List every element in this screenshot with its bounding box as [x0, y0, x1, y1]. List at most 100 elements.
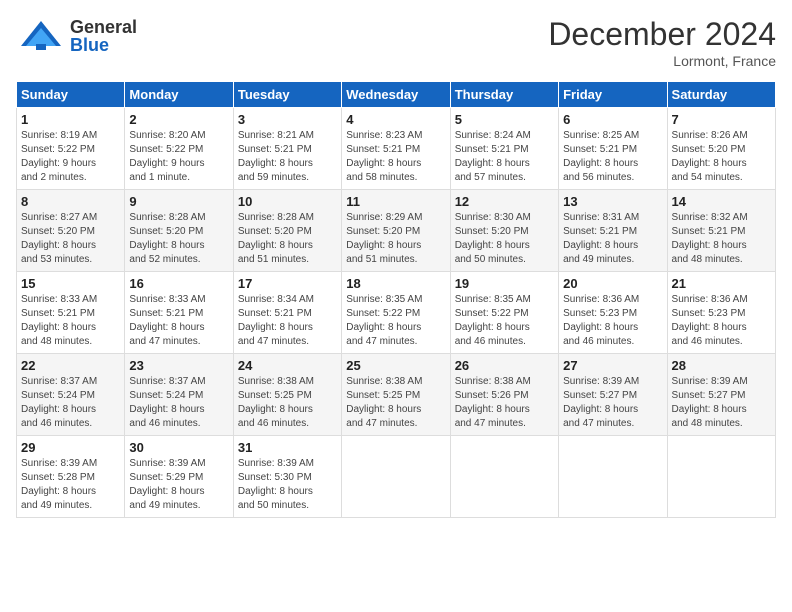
day-number: 9	[129, 194, 228, 209]
calendar-cell: 16 Sunrise: 8:33 AMSunset: 5:21 PMDayligh…	[125, 272, 233, 354]
calendar-cell: 21Sunrise: 8:36 AMSunset: 5:23 PMDayligh…	[667, 272, 775, 354]
day-number: 27	[563, 358, 662, 373]
calendar-cell: 19 Sunrise: 8:35 AMSunset: 5:22 PMDayligh…	[450, 272, 558, 354]
page-container: General Blue December 2024 Lormont, Fran…	[0, 0, 792, 526]
day-number: 20	[563, 276, 662, 291]
calendar-cell: 14 Sunrise: 8:32 AMSunset: 5:21 PMDayligh…	[667, 190, 775, 272]
calendar-week-3: 15 Sunrise: 8:33 AMSunset: 5:21 PMDayligh…	[17, 272, 776, 354]
day-info: Sunrise: 8:31 AMSunset: 5:21 PMDaylight:…	[563, 211, 662, 267]
day-info: Sunrise: 8:39 AMSunset: 5:27 PMDaylight:…	[672, 375, 771, 431]
calendar-cell: 15 Sunrise: 8:33 AMSunset: 5:21 PMDayligh…	[17, 272, 125, 354]
weekday-saturday: Saturday	[667, 82, 775, 108]
day-number: 10	[238, 194, 337, 209]
calendar: SundayMondayTuesdayWednesdayThursdayFrid…	[16, 81, 776, 518]
weekday-friday: Friday	[559, 82, 667, 108]
day-info: Sunrise: 8:30 AMSunset: 5:20 PMDaylight:…	[455, 211, 554, 267]
day-number: 3	[238, 112, 337, 127]
calendar-cell: 6Sunrise: 8:25 AMSunset: 5:21 PMDaylight…	[559, 108, 667, 190]
day-number: 24	[238, 358, 337, 373]
logo: General Blue	[16, 16, 137, 56]
day-number: 21	[672, 276, 771, 291]
day-info: Sunrise: 8:33 AMSunset: 5:21 PMDaylight:…	[21, 293, 120, 349]
day-info: Sunrise: 8:33 AMSunset: 5:21 PMDaylight:…	[129, 293, 228, 349]
header: General Blue December 2024 Lormont, Fran…	[16, 16, 776, 69]
day-number: 22	[21, 358, 120, 373]
calendar-cell: 31 Sunrise: 8:39 AMSunset: 5:30 PMDayligh…	[233, 436, 341, 518]
day-number: 26	[455, 358, 554, 373]
calendar-cell: 13Sunrise: 8:31 AMSunset: 5:21 PMDayligh…	[559, 190, 667, 272]
calendar-week-4: 22 Sunrise: 8:37 AMSunset: 5:24 PMDayligh…	[17, 354, 776, 436]
calendar-cell	[342, 436, 450, 518]
calendar-cell	[667, 436, 775, 518]
day-info: Sunrise: 8:39 AMSunset: 5:27 PMDaylight:…	[563, 375, 662, 431]
day-number: 14	[672, 194, 771, 209]
calendar-cell	[450, 436, 558, 518]
day-info: Sunrise: 8:39 AMSunset: 5:28 PMDaylight:…	[21, 457, 120, 513]
day-info: Sunrise: 8:37 AMSunset: 5:24 PMDaylight:…	[21, 375, 120, 431]
month-title: December 2024	[548, 16, 776, 53]
calendar-cell: 1 Sunrise: 8:19 AMSunset: 5:22 PMDaylight…	[17, 108, 125, 190]
day-info: Sunrise: 8:26 AMSunset: 5:20 PMDaylight:…	[672, 129, 771, 185]
day-info: Sunrise: 8:38 AMSunset: 5:25 PMDaylight:…	[346, 375, 445, 431]
weekday-header-row: SundayMondayTuesdayWednesdayThursdayFrid…	[17, 82, 776, 108]
day-info: Sunrise: 8:21 AMSunset: 5:21 PMDaylight:…	[238, 129, 337, 185]
day-info: Sunrise: 8:19 AMSunset: 5:22 PMDaylight:…	[21, 129, 120, 185]
day-number: 4	[346, 112, 445, 127]
location: Lormont, France	[548, 53, 776, 69]
logo-general-text: General	[70, 18, 137, 36]
weekday-thursday: Thursday	[450, 82, 558, 108]
day-info: Sunrise: 8:28 AMSunset: 5:20 PMDaylight:…	[129, 211, 228, 267]
day-info: Sunrise: 8:23 AMSunset: 5:21 PMDaylight:…	[346, 129, 445, 185]
calendar-cell: 22 Sunrise: 8:37 AMSunset: 5:24 PMDayligh…	[17, 354, 125, 436]
calendar-cell: 27 Sunrise: 8:39 AMSunset: 5:27 PMDayligh…	[559, 354, 667, 436]
weekday-monday: Monday	[125, 82, 233, 108]
day-number: 19	[455, 276, 554, 291]
day-info: Sunrise: 8:32 AMSunset: 5:21 PMDaylight:…	[672, 211, 771, 267]
day-info: Sunrise: 8:28 AMSunset: 5:20 PMDaylight:…	[238, 211, 337, 267]
day-number: 2	[129, 112, 228, 127]
day-number: 7	[672, 112, 771, 127]
calendar-cell: 24Sunrise: 8:38 AMSunset: 5:25 PMDayligh…	[233, 354, 341, 436]
day-info: Sunrise: 8:27 AMSunset: 5:20 PMDaylight:…	[21, 211, 120, 267]
calendar-cell: 4 Sunrise: 8:23 AMSunset: 5:21 PMDaylight…	[342, 108, 450, 190]
weekday-wednesday: Wednesday	[342, 82, 450, 108]
calendar-cell: 5Sunrise: 8:24 AMSunset: 5:21 PMDaylight…	[450, 108, 558, 190]
day-number: 16	[129, 276, 228, 291]
calendar-week-1: 1 Sunrise: 8:19 AMSunset: 5:22 PMDaylight…	[17, 108, 776, 190]
day-number: 31	[238, 440, 337, 455]
calendar-cell: 10 Sunrise: 8:28 AMSunset: 5:20 PMDayligh…	[233, 190, 341, 272]
day-number: 12	[455, 194, 554, 209]
day-number: 15	[21, 276, 120, 291]
day-info: Sunrise: 8:35 AMSunset: 5:22 PMDaylight:…	[455, 293, 554, 349]
day-info: Sunrise: 8:39 AMSunset: 5:30 PMDaylight:…	[238, 457, 337, 513]
day-number: 6	[563, 112, 662, 127]
logo-text: General Blue	[70, 18, 137, 54]
calendar-cell: 17Sunrise: 8:34 AMSunset: 5:21 PMDayligh…	[233, 272, 341, 354]
day-info: Sunrise: 8:35 AMSunset: 5:22 PMDaylight:…	[346, 293, 445, 349]
logo-blue-text: Blue	[70, 36, 137, 54]
day-number: 1	[21, 112, 120, 127]
calendar-cell: 20Sunrise: 8:36 AMSunset: 5:23 PMDayligh…	[559, 272, 667, 354]
weekday-sunday: Sunday	[17, 82, 125, 108]
day-number: 23	[129, 358, 228, 373]
day-number: 25	[346, 358, 445, 373]
day-number: 18	[346, 276, 445, 291]
day-number: 17	[238, 276, 337, 291]
day-number: 30	[129, 440, 228, 455]
day-number: 29	[21, 440, 120, 455]
day-info: Sunrise: 8:39 AMSunset: 5:29 PMDaylight:…	[129, 457, 228, 513]
calendar-week-5: 29 Sunrise: 8:39 AMSunset: 5:28 PMDayligh…	[17, 436, 776, 518]
day-info: Sunrise: 8:29 AMSunset: 5:20 PMDaylight:…	[346, 211, 445, 267]
calendar-cell: 26Sunrise: 8:38 AMSunset: 5:26 PMDayligh…	[450, 354, 558, 436]
logo-icon	[16, 16, 66, 56]
title-block: December 2024 Lormont, France	[548, 16, 776, 69]
day-number: 11	[346, 194, 445, 209]
calendar-cell: 2Sunrise: 8:20 AMSunset: 5:22 PMDaylight…	[125, 108, 233, 190]
calendar-cell: 30 Sunrise: 8:39 AMSunset: 5:29 PMDayligh…	[125, 436, 233, 518]
calendar-cell	[559, 436, 667, 518]
weekday-tuesday: Tuesday	[233, 82, 341, 108]
calendar-cell: 29 Sunrise: 8:39 AMSunset: 5:28 PMDayligh…	[17, 436, 125, 518]
day-number: 8	[21, 194, 120, 209]
calendar-cell: 25 Sunrise: 8:38 AMSunset: 5:25 PMDayligh…	[342, 354, 450, 436]
calendar-cell: 11 Sunrise: 8:29 AMSunset: 5:20 PMDayligh…	[342, 190, 450, 272]
